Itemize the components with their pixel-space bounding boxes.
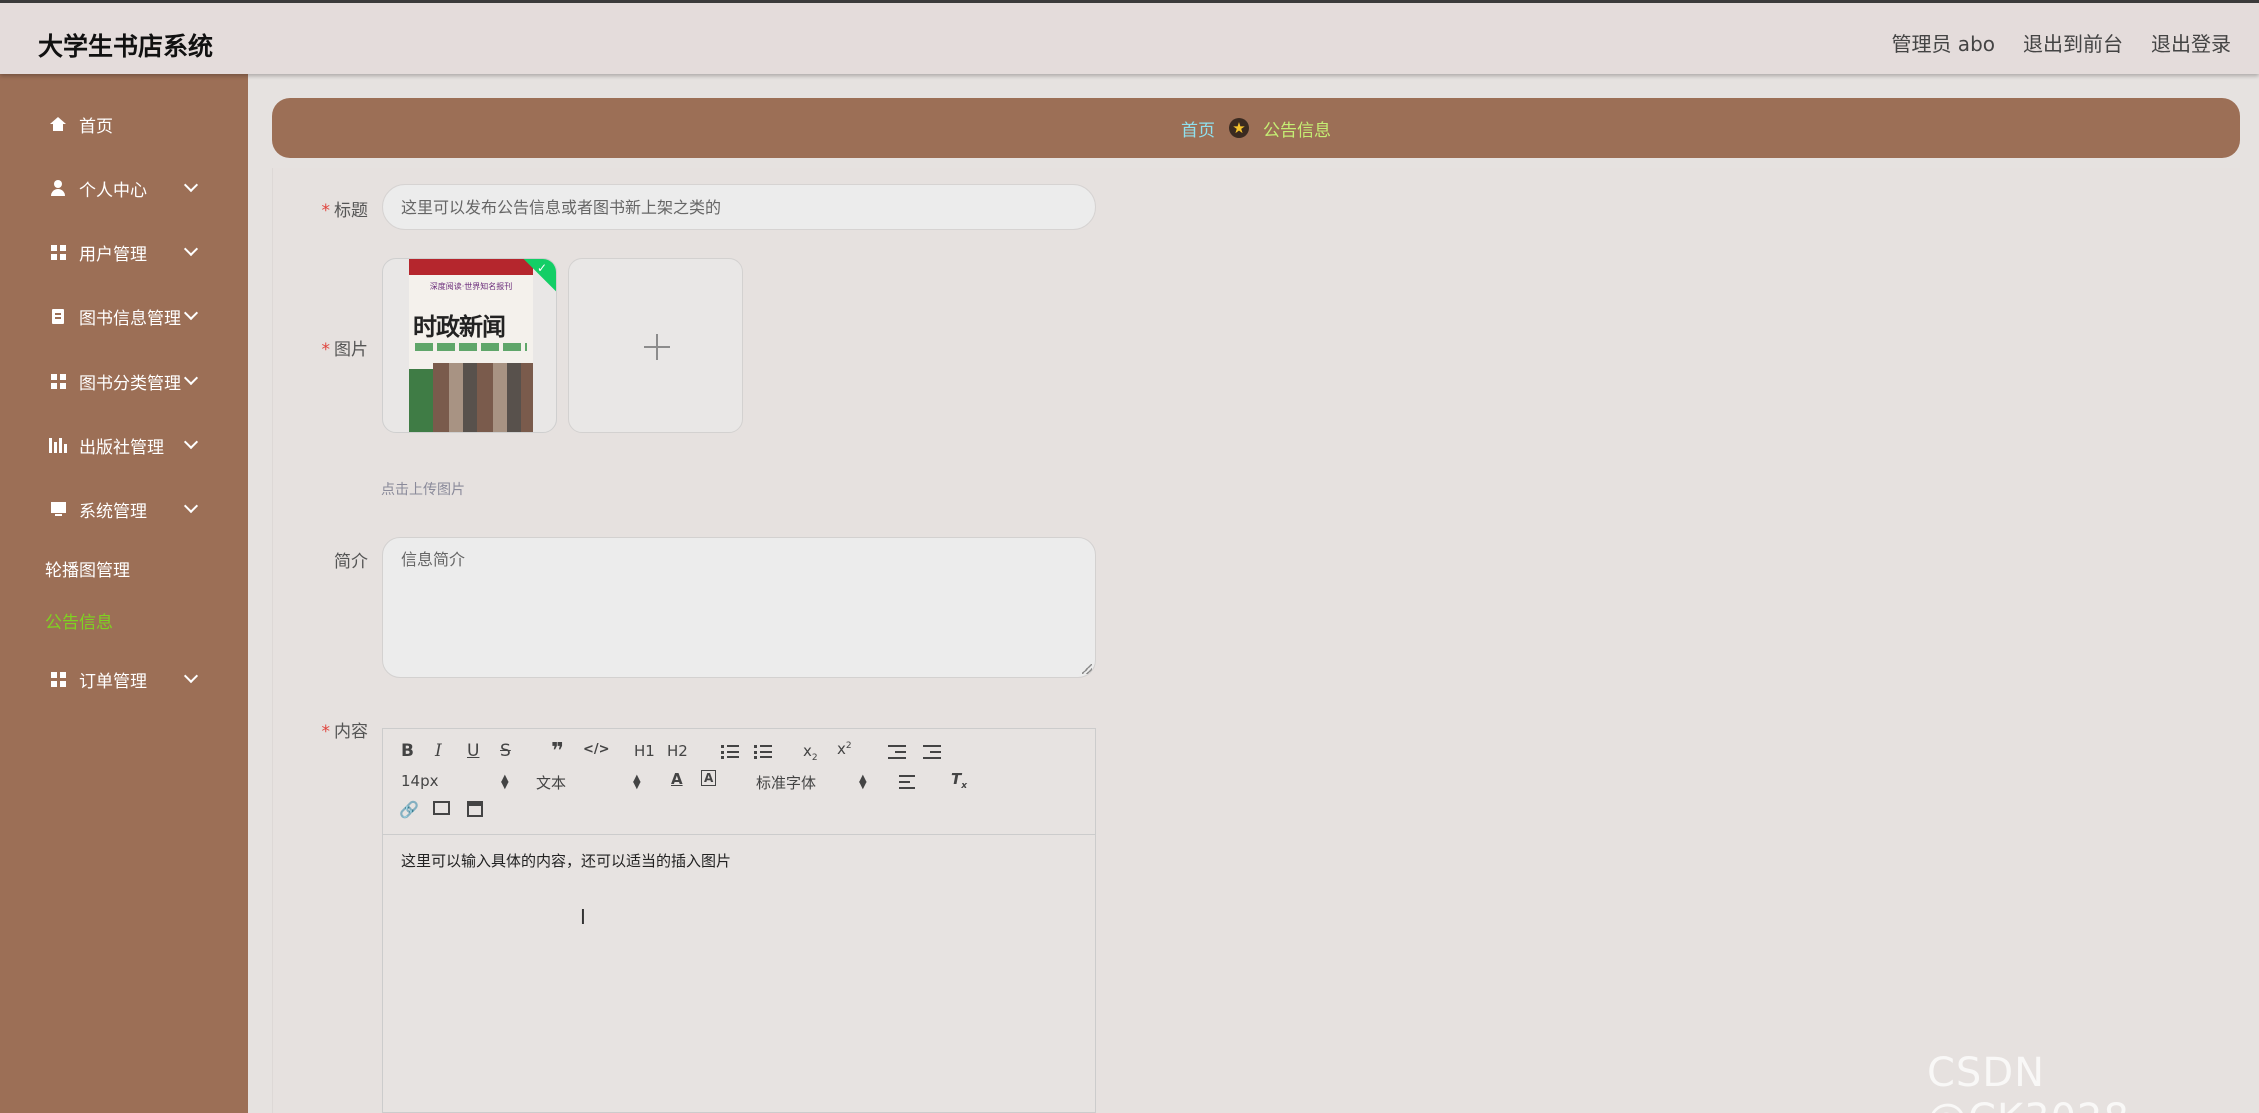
sidebar-item-label: 订单管理 [79, 671, 147, 692]
strike-icon[interactable]: S [500, 741, 511, 761]
clipboard-icon [50, 308, 66, 324]
sidebar-item-home[interactable]: 首页 [0, 102, 248, 146]
watermark: CSDN @CK3028 [1927, 1050, 2129, 1113]
chevron-down-icon [183, 305, 199, 321]
heading2-icon[interactable]: H2 [667, 742, 688, 760]
sidebar-item-label: 用户管理 [79, 244, 147, 265]
content-label: * 内容 [321, 722, 369, 742]
chevron-down-icon [183, 241, 199, 257]
grid-icon [50, 244, 66, 260]
exit-to-front-link[interactable]: 退出到前台 [2023, 28, 2123, 57]
uploaded-image-thumbnail[interactable]: 深度阅读·世界知名报刊 时政新闻 ✓ [382, 258, 557, 433]
video-icon[interactable] [467, 801, 483, 817]
sidebar-item-label: 出版社管理 [79, 437, 164, 458]
background-color-icon[interactable]: A [701, 770, 717, 786]
breadcrumb-current: 公告信息 [1263, 120, 1331, 141]
breadcrumb: 首页 ★ 公告信息 [272, 98, 2240, 158]
heading1-icon[interactable]: H1 [634, 742, 655, 760]
grid-icon [50, 671, 66, 687]
chevron-down-icon [183, 668, 199, 684]
blockquote-icon[interactable]: ❞ [551, 739, 564, 764]
intro-label: 简介 [334, 552, 368, 572]
upload-hint: 点击上传图片 [381, 482, 465, 498]
select-arrows-icon: ▲ ▼ [633, 773, 641, 791]
sidebar-item-label: 系统管理 [79, 501, 147, 522]
sidebar-item-order[interactable]: 订单管理 [0, 657, 248, 701]
breadcrumb-home[interactable]: 首页 [1181, 116, 1215, 141]
text-type-select[interactable]: 文本 ▲ ▼ [536, 772, 641, 793]
sidebar-item-book-info[interactable]: 图书信息管理 [0, 294, 248, 338]
chevron-down-icon [183, 177, 199, 193]
user-icon [50, 180, 66, 196]
sidebar-item-book-category[interactable]: 图书分类管理 [0, 359, 248, 403]
align-icon[interactable] [899, 775, 917, 789]
star-icon: ★ [1229, 118, 1249, 138]
superscript-icon[interactable]: x2 [837, 740, 852, 758]
chevron-down-icon [183, 370, 199, 386]
italic-icon[interactable]: I [435, 741, 442, 761]
select-arrows-icon: ▲ ▼ [501, 773, 509, 791]
intro-textarea[interactable] [382, 537, 1096, 678]
chevron-down-icon [183, 434, 199, 450]
underline-icon[interactable]: U [467, 741, 479, 761]
clear-format-icon[interactable]: Tx [951, 770, 967, 791]
text-cursor-icon: I [580, 905, 586, 929]
select-arrows-icon: ▲ ▼ [859, 773, 867, 791]
resize-handle-icon[interactable] [1082, 664, 1092, 674]
sidebar-item-system[interactable]: 系统管理 [0, 487, 248, 531]
link-icon[interactable]: 🔗 [399, 800, 419, 819]
bold-icon[interactable]: B [401, 741, 414, 761]
sidebar-item-label: 图书信息管理 [79, 308, 181, 329]
sidebar-item-user-management[interactable]: 用户管理 [0, 230, 248, 274]
chevron-down-icon [183, 498, 199, 514]
font-family-select[interactable]: 标准字体 ▲ ▼ [756, 772, 867, 793]
bars-icon [49, 437, 67, 453]
editor-toolbar: B I U S ❞ </> H1 H2 x2 x2 14px ▲ ▼ 文本 ▲ ▼ A … [383, 729, 1095, 835]
font-color-icon[interactable]: A [671, 770, 683, 788]
sidebar-item-publisher[interactable]: 出版社管理 [0, 423, 248, 467]
monitor-icon [50, 501, 66, 517]
admin-user-link[interactable]: 管理员 abo [1891, 28, 1995, 57]
image-label: * 图片 [321, 340, 369, 360]
code-icon[interactable]: </> [583, 742, 610, 757]
sidebar: 首页 个人中心 用户管理 图书信息管理 图书分类管理 出版社管理 系统管理 轮播… [0, 74, 248, 1113]
home-icon [50, 116, 66, 132]
book-cover-image: 深度阅读·世界知名报刊 时政新闻 [409, 259, 533, 432]
sidebar-item-label: 图书分类管理 [79, 373, 181, 394]
grid-icon [50, 373, 66, 389]
logout-link[interactable]: 退出登录 [2151, 28, 2231, 57]
subscript-icon[interactable]: x2 [803, 742, 818, 763]
plus-icon [644, 334, 670, 360]
ordered-list-icon[interactable] [721, 745, 739, 759]
indent-icon[interactable] [923, 745, 941, 759]
top-header: 大学生书店系统 管理员 abo 退出到前台 退出登录 [0, 0, 2259, 74]
bullet-list-icon[interactable] [754, 745, 772, 759]
sidebar-item-personal-center[interactable]: 个人中心 [0, 166, 248, 210]
editor-content[interactable]: 这里可以输入具体的内容，还可以适当的插入图片 [383, 836, 1095, 885]
check-icon: ✓ [536, 261, 547, 275]
font-size-select[interactable]: 14px ▲ ▼ [401, 772, 509, 791]
rich-text-editor: B I U S ❞ </> H1 H2 x2 x2 14px ▲ ▼ 文本 ▲ ▼ A … [382, 728, 1096, 1113]
image-icon[interactable] [433, 801, 450, 815]
sidebar-subitem-announcement[interactable]: 公告信息 [45, 608, 113, 633]
outdent-icon[interactable] [888, 745, 906, 759]
sidebar-subitem-carousel[interactable]: 轮播图管理 [45, 556, 130, 581]
header-links: 管理员 abo 退出到前台 退出登录 [1891, 28, 2231, 57]
image-upload-button[interactable] [568, 258, 743, 433]
sidebar-item-label: 首页 [79, 116, 113, 137]
sidebar-item-label: 个人中心 [79, 180, 147, 201]
title-label: * 标题 [321, 201, 369, 221]
title-input[interactable] [382, 184, 1096, 230]
app-title: 大学生书店系统 [38, 32, 214, 61]
